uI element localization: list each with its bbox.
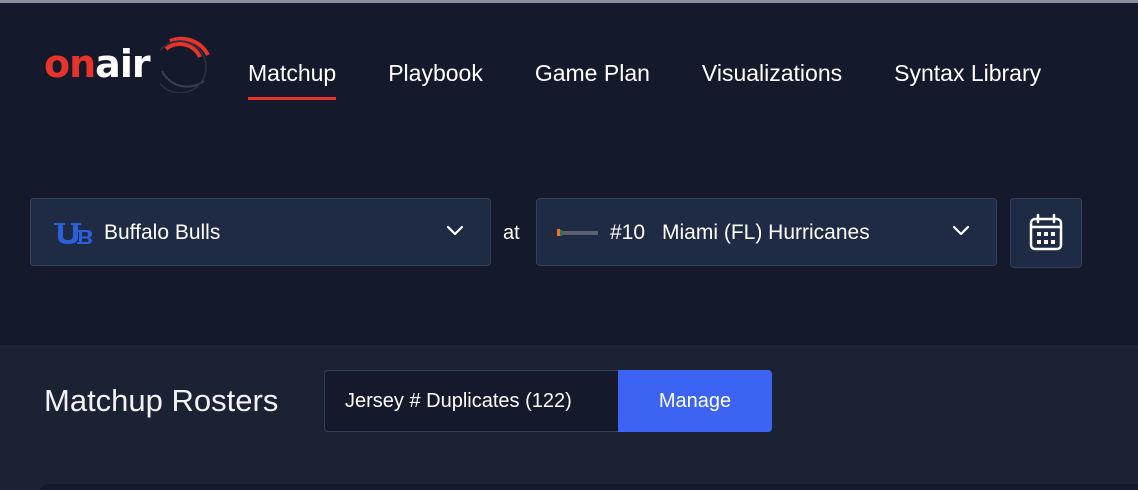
away-team-name: Miami (FL) Hurricanes	[662, 221, 870, 244]
section-title: Matchup Rosters	[44, 383, 279, 418]
nav-tab-visualizations[interactable]: Visualizations	[702, 59, 842, 87]
onair-logo[interactable]: onair	[42, 31, 212, 97]
home-team-select[interactable]: Buffalo Bulls	[30, 198, 491, 266]
calendar-icon	[1029, 213, 1063, 251]
ub-logo-icon	[54, 223, 92, 244]
chevron-down-icon	[952, 225, 970, 236]
matchup-rosters-section: Matchup Rosters Jersey # Duplicates (122…	[0, 345, 1138, 490]
roster-panel	[40, 484, 1138, 490]
manage-button[interactable]: Manage	[618, 370, 772, 432]
logo-wordmark: onair	[44, 42, 151, 86]
logo-air: air	[95, 42, 150, 86]
nav-tab-playbook[interactable]: Playbook	[388, 59, 483, 87]
header: onair Matchup Playbook Game Plan Visuali…	[0, 3, 1138, 143]
calendar-button[interactable]	[1010, 198, 1082, 268]
chevron-down-icon	[446, 225, 464, 236]
at-label: at	[503, 222, 520, 244]
nav-tab-syntax-library[interactable]: Syntax Library	[894, 59, 1041, 87]
logo-on: on	[44, 42, 96, 86]
broadcast-waves-icon	[160, 36, 210, 93]
home-team-name: Buffalo Bulls	[104, 221, 221, 244]
nav-tab-matchup[interactable]: Matchup	[248, 59, 337, 100]
miami-logo-icon	[557, 229, 598, 236]
away-team-select[interactable]: #10 Miami (FL) Hurricanes	[536, 198, 997, 266]
jersey-duplicates-indicator: Jersey # Duplicates (122)	[324, 370, 620, 432]
away-team-rank: #10	[610, 221, 646, 244]
app-root: onair Matchup Playbook Game Plan Visuali…	[0, 0, 1138, 490]
jersey-duplicates-label: Jersey # Duplicates (122)	[345, 390, 572, 412]
nav-tab-game-plan[interactable]: Game Plan	[535, 59, 650, 87]
main-nav: Matchup Playbook Game Plan Visualization…	[248, 59, 1041, 100]
